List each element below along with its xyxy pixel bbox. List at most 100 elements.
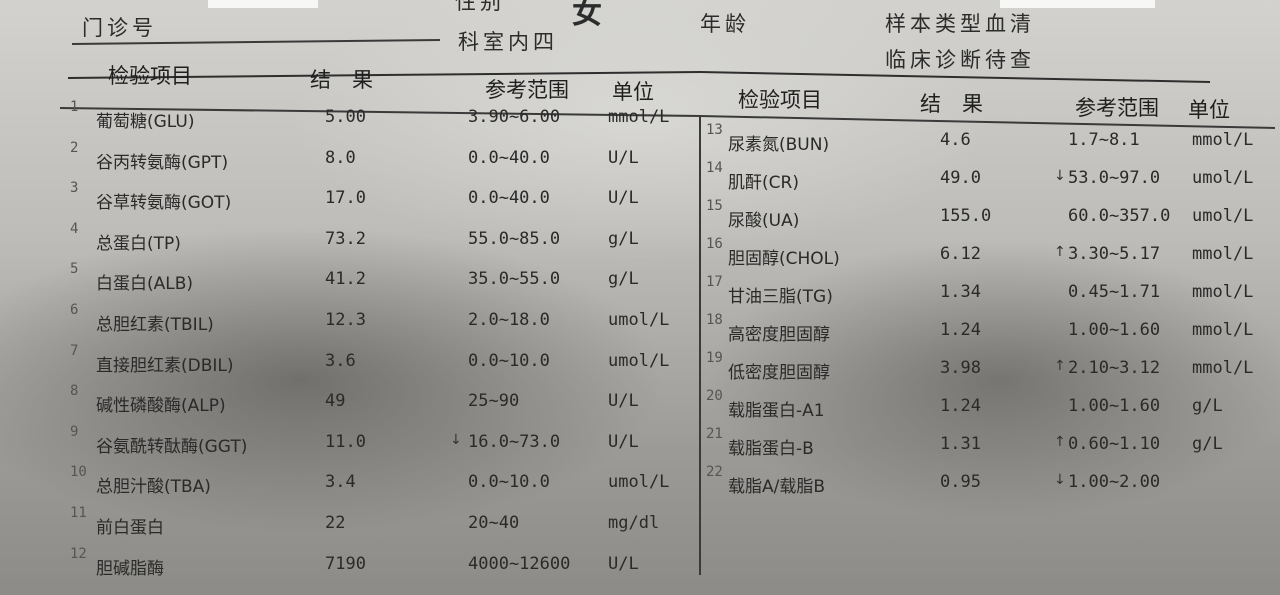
test-name: 谷丙转氨酶(GPT) xyxy=(96,152,229,173)
reference-range: 20~40 xyxy=(468,513,520,533)
test-name: 总胆红素(TBIL) xyxy=(96,315,214,335)
test-name: 尿酸(UA) xyxy=(728,211,800,231)
row-number: 18 xyxy=(706,312,723,328)
reference-range: 0.0~10.0 xyxy=(468,472,550,493)
unit: umol/L xyxy=(1192,168,1254,188)
column-header-result: 结 果 xyxy=(310,68,373,92)
reference-range: 53.0~97.0 xyxy=(1068,168,1161,188)
column-header-range: 参考范围 xyxy=(1075,96,1159,120)
reference-range: 2.10~3.12 xyxy=(1068,358,1161,378)
result-value: 73.2 xyxy=(325,228,366,249)
result-value: 49 xyxy=(325,391,346,412)
unit: mmol/L xyxy=(1192,320,1254,340)
abnormal-flag: ↑ xyxy=(1054,244,1066,260)
row-number: 12 xyxy=(70,545,87,562)
test-name: 白蛋白(ALB) xyxy=(96,274,194,295)
lab-report-paper: 门诊号 性别 女 科室内四 年龄 样本类型血清 临床诊断待查 检验项目 结 果 … xyxy=(0,0,1280,595)
unit: mmol/L xyxy=(1192,282,1254,302)
row-number: 2 xyxy=(70,139,79,156)
column-header-unit: 单位 xyxy=(612,80,654,104)
unit: g/L xyxy=(1192,396,1223,416)
test-name: 直接胆红素(DBIL) xyxy=(96,355,234,376)
unit: U/L xyxy=(608,553,639,574)
test-name: 甘油三脂(TG) xyxy=(728,287,833,307)
reference-range: 4000~12600 xyxy=(468,553,571,574)
result-value: 1.24 xyxy=(940,396,981,416)
reference-range: 60.0~357.0 xyxy=(1068,206,1171,226)
unit: U/L xyxy=(608,147,639,168)
abnormal-flag: ↓ xyxy=(1054,472,1066,488)
result-value: 12.3 xyxy=(325,310,366,330)
test-name: 谷氨酰转酞酶(GGT) xyxy=(96,436,248,457)
abnormal-flag: ↑ xyxy=(1054,358,1066,374)
test-name: 总胆汁酸(TBA) xyxy=(96,477,211,498)
column-header-item: 检验项目 xyxy=(108,64,192,88)
test-name: 前白蛋白 xyxy=(96,518,164,538)
row-number: 10 xyxy=(70,464,87,481)
abnormal-flag: ↓ xyxy=(450,431,462,448)
row-number: 6 xyxy=(70,302,79,318)
result-value: 49.0 xyxy=(940,168,981,188)
result-value: 17.0 xyxy=(325,188,366,209)
unit: umol/L xyxy=(608,350,670,371)
test-name: 高密度胆固醇 xyxy=(728,325,830,345)
row-number: 7 xyxy=(70,342,79,359)
result-value: 3.6 xyxy=(325,350,356,371)
reference-range: 1.00~1.60 xyxy=(1068,320,1161,340)
unit: umol/L xyxy=(608,472,670,493)
unit: U/L xyxy=(608,391,639,412)
result-value: 6.12 xyxy=(940,244,981,264)
abnormal-flag: ↓ xyxy=(1054,168,1066,184)
column-header-item: 检验项目 xyxy=(738,88,822,112)
column-header-unit: 单位 xyxy=(1188,98,1230,122)
abnormal-flag: ↑ xyxy=(1054,434,1066,450)
result-value: 8.0 xyxy=(325,147,356,168)
reference-range: 0.0~10.0 xyxy=(468,350,550,371)
row-number: 20 xyxy=(706,388,723,404)
unit: umol/L xyxy=(1192,206,1254,226)
test-name: 载脂A/载脂B xyxy=(728,477,826,497)
unit: mmol/L xyxy=(1192,244,1254,264)
row-number: 11 xyxy=(70,505,87,521)
unit: mg/dl xyxy=(608,513,660,533)
reference-range: 25~90 xyxy=(468,391,520,412)
unit: mmol/L xyxy=(608,107,670,127)
result-value: 1.34 xyxy=(940,282,981,302)
row-number: 9 xyxy=(70,423,79,440)
test-name: 葡萄糖(GLU) xyxy=(96,112,195,132)
reference-range: 0.60~1.10 xyxy=(1068,434,1161,454)
test-name: 载脂蛋白-A1 xyxy=(728,401,825,421)
row-number: 14 xyxy=(706,160,723,176)
row-number: 15 xyxy=(706,198,723,214)
reference-range: 1.00~1.60 xyxy=(1068,396,1161,416)
test-name: 低密度胆固醇 xyxy=(728,363,830,383)
reference-range: 1.00~2.00 xyxy=(1068,472,1161,492)
row-number: 19 xyxy=(706,350,723,366)
row-number: 16 xyxy=(706,236,723,252)
row-number: 4 xyxy=(70,220,79,237)
test-name: 载脂蛋白-B xyxy=(728,439,814,459)
row-number: 5 xyxy=(70,261,79,278)
row-number: 13 xyxy=(706,122,723,138)
result-value: 3.98 xyxy=(940,358,981,378)
result-value: 41.2 xyxy=(325,269,366,290)
row-number: 22 xyxy=(706,464,723,480)
unit: g/L xyxy=(1192,434,1223,454)
unit: U/L xyxy=(608,188,639,209)
result-value: 155.0 xyxy=(940,206,992,226)
row-number: 1 xyxy=(70,99,79,115)
test-name: 尿素氮(BUN) xyxy=(728,135,830,155)
unit: mmol/L xyxy=(1192,358,1254,378)
row-number: 21 xyxy=(706,426,723,442)
unit: g/L xyxy=(608,228,639,249)
result-value: 1.31 xyxy=(940,434,981,454)
result-value: 7190 xyxy=(325,553,366,574)
result-value: 4.6 xyxy=(940,130,971,150)
test-name: 胆碱脂酶 xyxy=(96,558,164,579)
test-name: 碱性磷酸酶(ALP) xyxy=(96,396,226,417)
reference-range: 0.0~40.0 xyxy=(468,147,550,168)
result-value: 5.00 xyxy=(325,107,366,127)
reference-range: 16.0~73.0 xyxy=(468,431,561,452)
reference-range: 55.0~85.0 xyxy=(468,228,561,249)
row-number: 17 xyxy=(706,274,723,290)
